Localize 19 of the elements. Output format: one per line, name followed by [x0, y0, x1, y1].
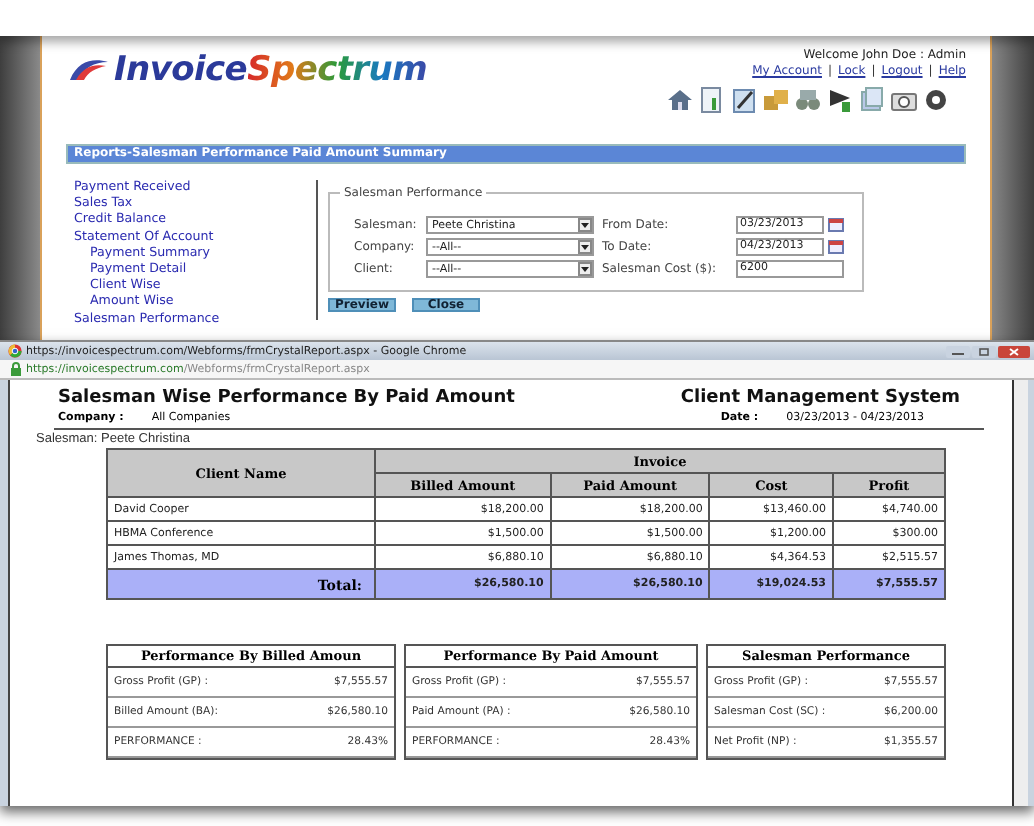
swoosh-icon[interactable]	[66, 56, 110, 84]
maximize-icon[interactable]	[972, 345, 996, 357]
lock-icon[interactable]	[10, 362, 22, 376]
logo-text: InvoiceSpectrum	[114, 50, 427, 90]
report-title: Salesman Wise Performance By Paid Amount	[58, 386, 515, 410]
calendar-icon[interactable]	[828, 218, 844, 232]
system-name: Client Management System	[680, 386, 960, 410]
browser-logo-icon[interactable]	[8, 344, 22, 358]
notepad-icon[interactable]	[730, 86, 758, 114]
caret-icon[interactable]	[578, 218, 592, 232]
house-icon[interactable]	[666, 86, 694, 114]
flag-icon[interactable]	[826, 86, 854, 114]
calendar-icon[interactable]	[828, 240, 844, 254]
caret-icon[interactable]	[578, 240, 592, 254]
close-icon[interactable]	[998, 345, 1030, 357]
minimize-icon[interactable]	[946, 345, 970, 357]
caret-icon[interactable]	[578, 262, 592, 276]
document-icon[interactable]	[698, 86, 726, 114]
scrollbar[interactable]	[1012, 380, 1028, 806]
